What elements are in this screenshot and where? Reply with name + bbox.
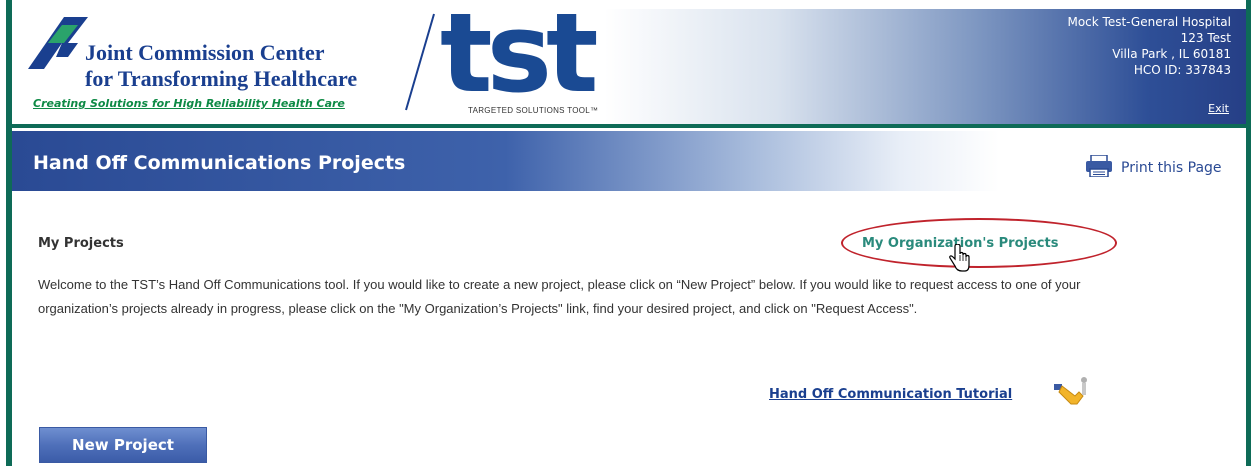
top-strip: [0, 0, 1251, 9]
handoff-tutorial-link[interactable]: Hand Off Communication Tutorial: [769, 387, 1012, 402]
frame-right-border: [1246, 0, 1251, 466]
joint-commission-logo-icon: [28, 17, 88, 69]
welcome-text: Welcome to the TST’s Hand Off Communicat…: [38, 277, 1081, 316]
page-title: Hand Off Communications Projects: [33, 152, 406, 174]
frame-left-border: [6, 0, 12, 466]
section-title: My Projects: [38, 236, 124, 251]
exit-link[interactable]: Exit: [1208, 102, 1229, 115]
hand-cursor-icon: [949, 244, 970, 272]
page: Joint Commission Center for Transforming…: [0, 0, 1251, 466]
organization-title-line2: for Transforming Healthcare: [85, 66, 358, 91]
hco-id: HCO ID: 337843: [1133, 63, 1231, 77]
handoff-tutorial-icon[interactable]: [1053, 376, 1089, 406]
organization-title: Joint Commission Center for Transforming…: [85, 40, 357, 92]
logo-divider-slash: [405, 13, 435, 111]
hco-info: Mock Test-General Hospital 123 Test Vill…: [1067, 14, 1231, 78]
printer-icon[interactable]: [1085, 155, 1113, 177]
tst-logo: tst: [440, 0, 599, 117]
hco-name: Mock Test-General Hospital: [1067, 15, 1231, 29]
organization-title-line1: Joint Commission Center: [85, 40, 325, 65]
print-page-link[interactable]: Print this Page: [1121, 160, 1222, 176]
hco-address: 123 Test: [1180, 31, 1231, 45]
tagline-link[interactable]: Creating Solutions for High Reliability …: [33, 97, 345, 110]
new-project-button[interactable]: New Project: [39, 427, 207, 463]
tst-logo-subtitle: TARGETED SOLUTIONS TOOL™: [468, 106, 599, 115]
header-divider: [12, 124, 1246, 128]
hco-city: Villa Park , IL 60181: [1112, 47, 1231, 61]
